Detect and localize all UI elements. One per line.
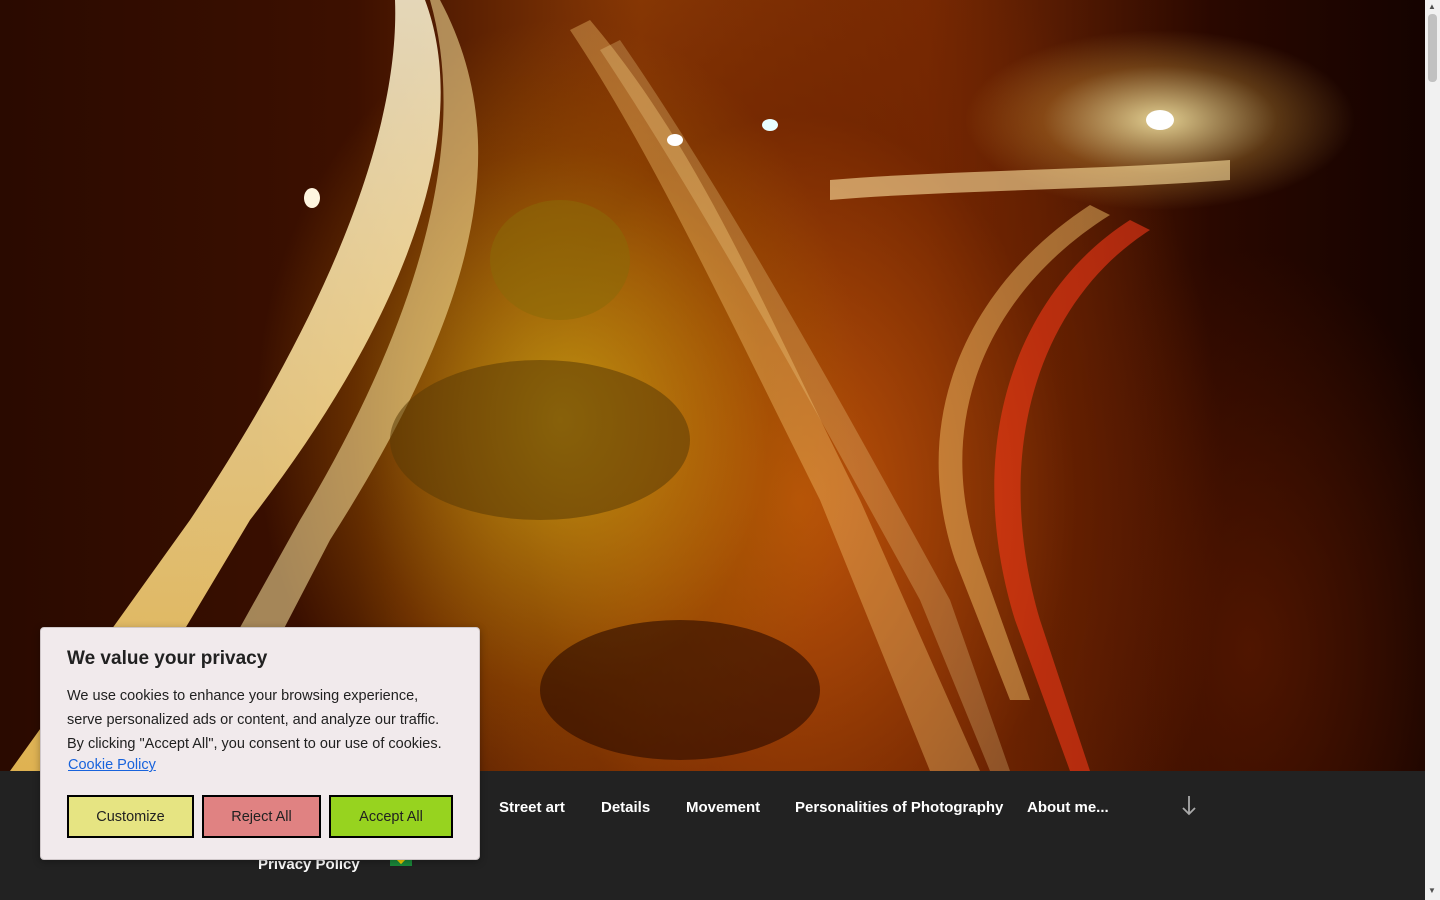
cookie-policy-link[interactable]: Cookie Policy	[68, 757, 156, 773]
cookie-banner-text: We use cookies to enhance your browsing …	[67, 688, 442, 752]
nav-item-personalities-of-photography[interactable]: Personalities of Photography	[795, 799, 1003, 816]
scroll-up-arrow-icon[interactable]: ▲	[1428, 2, 1436, 11]
arrow-down-icon[interactable]	[1181, 795, 1197, 822]
nav-item-movement[interactable]: Movement	[686, 799, 760, 816]
scrollbar-thumb[interactable]	[1428, 14, 1437, 82]
nav-item-details[interactable]: Details	[601, 799, 650, 816]
scroll-down-arrow-icon[interactable]: ▼	[1428, 886, 1436, 895]
customize-button[interactable]: Customize	[67, 795, 194, 838]
cookie-consent-banner: We value your privacy We use cookies to …	[40, 627, 480, 860]
nav-item-about-me[interactable]: About me...	[1027, 799, 1109, 816]
cookie-banner-title: We value your privacy	[67, 648, 268, 669]
page-scrollbar[interactable]: ▲ ▼	[1425, 0, 1440, 900]
reject-all-button[interactable]: Reject All	[202, 795, 321, 838]
nav-item-street-art[interactable]: Street art	[499, 799, 565, 816]
accept-all-button[interactable]: Accept All	[329, 795, 453, 838]
